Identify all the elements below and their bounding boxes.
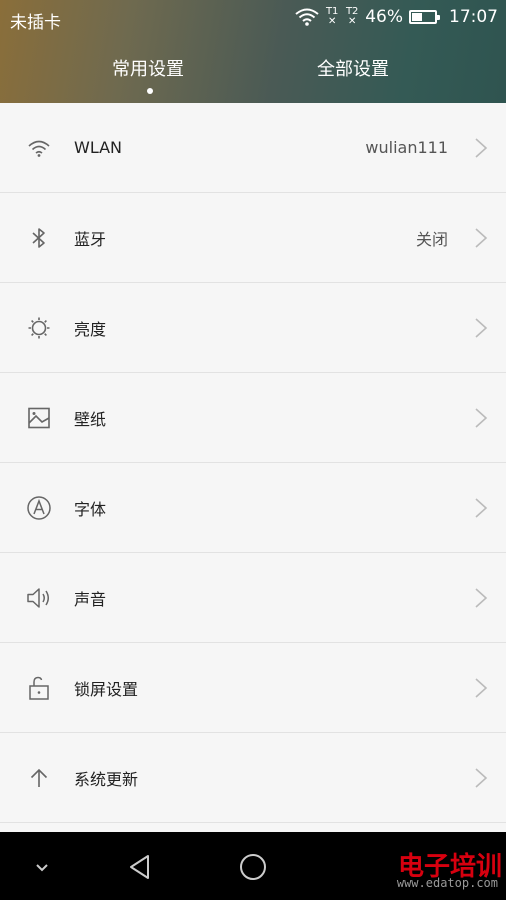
navigation-bar: 电子培训 www.edatop.com (0, 832, 506, 900)
sim2-no-signal-icon: ✕ (348, 16, 357, 27)
battery-level (412, 13, 422, 21)
wifi-signal-icon (295, 8, 319, 26)
watermark-url: www.edatop.com (396, 876, 498, 890)
header: 未插卡 T1 ✕ T2 ✕ 46% 17:07 常用设置 全部设置 (0, 0, 506, 103)
settings-item-label: 亮度 (74, 319, 107, 339)
tab-selected-indicator (147, 88, 153, 94)
chevron-right-icon (475, 677, 488, 698)
font-icon (26, 495, 52, 521)
settings-item-system-update[interactable]: 系统更新 (0, 733, 506, 823)
chevron-right-icon (475, 587, 488, 608)
battery-icon (409, 10, 440, 24)
settings-item-label: 字体 (74, 499, 107, 519)
collapse-icon[interactable] (27, 852, 57, 882)
settings-item-wallpaper[interactable]: 壁纸 (0, 373, 506, 463)
wallpaper-icon (26, 405, 52, 431)
settings-item-label: 系统更新 (74, 769, 139, 789)
brightness-icon (26, 315, 52, 341)
tab-bar: 常用设置 全部设置 (0, 55, 506, 94)
settings-item-value: 关闭 (415, 229, 448, 249)
chevron-right-icon (475, 137, 488, 158)
back-icon[interactable] (126, 852, 156, 882)
sim1-status: T1 ✕ (325, 7, 339, 27)
settings-item-lock-screen[interactable]: 锁屏设置 (0, 643, 506, 733)
settings-item-label: WLAN (74, 138, 123, 157)
settings-item-bluetooth[interactable]: 蓝牙 关闭 (0, 193, 506, 283)
home-icon[interactable] (238, 852, 268, 882)
chevron-right-icon (475, 407, 488, 428)
settings-item-label: 壁纸 (74, 409, 107, 429)
wifi-icon (26, 135, 52, 161)
chevron-right-icon (475, 317, 488, 338)
lock-screen-icon (26, 675, 52, 701)
tab-all-settings[interactable]: 全部设置 (317, 55, 389, 81)
settings-item-value: wulian111 (365, 138, 448, 157)
chevron-right-icon (475, 767, 488, 788)
watermark: 电子培训 www.edatop.com (346, 846, 502, 892)
settings-item-label: 蓝牙 (74, 229, 107, 249)
sound-icon (26, 585, 52, 611)
status-bar: 未插卡 T1 ✕ T2 ✕ 46% 17:07 (0, 0, 506, 36)
settings-item-label: 锁屏设置 (74, 679, 139, 699)
clock: 17:07 (449, 7, 498, 27)
settings-item-label: 声音 (74, 589, 107, 609)
settings-list: WLAN wulian111 蓝牙 关闭 亮度 壁纸 字体 声音 锁屏设置 系统… (0, 103, 506, 832)
chevron-right-icon (475, 227, 488, 248)
chevron-right-icon (475, 497, 488, 518)
tab-common-settings[interactable]: 常用设置 (112, 55, 184, 81)
status-icons: T1 ✕ T2 ✕ 46% 17:07 (295, 7, 498, 27)
settings-item-brightness[interactable]: 亮度 (0, 283, 506, 373)
bluetooth-icon (26, 225, 52, 251)
carrier-label: 未插卡 (10, 13, 61, 33)
system-update-icon (26, 765, 52, 791)
settings-item-wlan[interactable]: WLAN wulian111 (0, 103, 506, 193)
settings-item-sound[interactable]: 声音 (0, 553, 506, 643)
sim2-status: T2 ✕ (345, 7, 359, 27)
settings-item-font[interactable]: 字体 (0, 463, 506, 553)
sim1-no-signal-icon: ✕ (328, 16, 337, 27)
battery-percent: 46% (365, 7, 403, 27)
